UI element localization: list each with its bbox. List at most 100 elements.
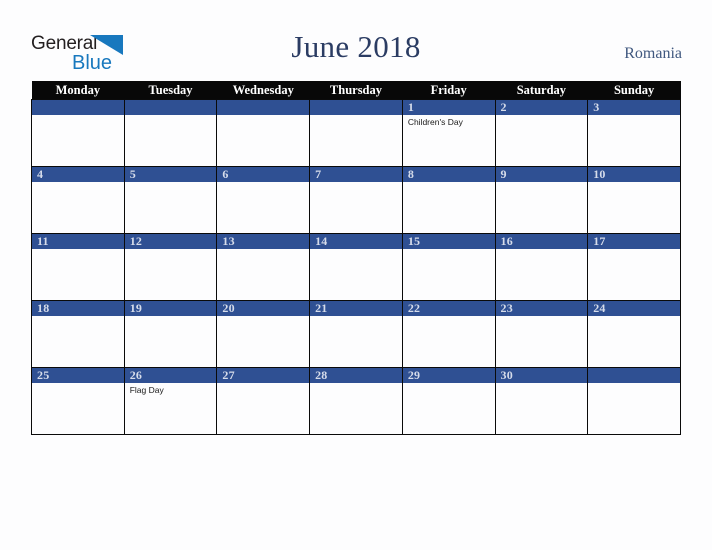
- calendar-day-cell[interactable]: [216, 99, 311, 167]
- day-number: [125, 100, 216, 115]
- day-number: 11: [32, 234, 124, 249]
- weekday-header-row: Monday Tuesday Wednesday Thursday Friday…: [31, 81, 681, 100]
- calendar-day-cell[interactable]: 21: [309, 300, 403, 368]
- weekday-header-thursday: Thursday: [309, 81, 403, 100]
- weekday-header-saturday: Saturday: [495, 81, 588, 100]
- day-number: 14: [310, 234, 402, 249]
- day-events: [589, 182, 680, 184]
- day-events: [496, 249, 587, 251]
- day-number: [217, 100, 309, 115]
- day-events: [218, 182, 309, 184]
- weekday-header-wednesday: Wednesday: [216, 81, 310, 100]
- day-number: 24: [588, 301, 680, 316]
- day-events: [496, 316, 587, 318]
- day-events: [403, 383, 494, 385]
- calendar-day-cell[interactable]: 5: [123, 166, 218, 234]
- calendar-day-cell[interactable]: 4: [31, 166, 125, 234]
- day-number: 8: [403, 167, 495, 182]
- calendar-day-cell[interactable]: [123, 99, 218, 167]
- calendar-day-cell[interactable]: 6: [216, 166, 311, 234]
- day-number: 30: [496, 368, 587, 383]
- day-events: [589, 115, 680, 117]
- calendar-day-cell[interactable]: 8: [401, 166, 496, 234]
- calendar-week-row: 4 5 6 7 8 9 10: [31, 166, 681, 234]
- calendar-day-cell[interactable]: 17: [587, 233, 681, 301]
- day-events: [125, 249, 216, 251]
- day-number: 28: [310, 368, 402, 383]
- calendar-day-cell[interactable]: 7: [309, 166, 403, 234]
- day-number: 25: [32, 368, 124, 383]
- calendar-day-cell[interactable]: 9: [494, 166, 589, 234]
- day-number: 22: [403, 301, 495, 316]
- calendar-day-cell[interactable]: 11: [31, 233, 125, 301]
- day-events: [32, 182, 123, 184]
- day-number: 16: [496, 234, 587, 249]
- day-number: [588, 368, 680, 383]
- weekday-header-sunday: Sunday: [587, 81, 681, 100]
- day-number: 12: [125, 234, 216, 249]
- day-number: 2: [496, 100, 587, 115]
- day-number: 18: [32, 301, 124, 316]
- calendar-day-cell[interactable]: 14: [309, 233, 403, 301]
- day-number: 5: [125, 167, 216, 182]
- day-events: [125, 316, 216, 318]
- day-number: 9: [496, 167, 587, 182]
- calendar-day-cell[interactable]: 19: [123, 300, 218, 368]
- calendar-day-cell[interactable]: 30: [494, 367, 589, 435]
- calendar-week-row: 25 26 Flag Day 27 28 29 30: [31, 367, 681, 435]
- day-events: [311, 115, 402, 117]
- calendar-day-cell[interactable]: 10: [587, 166, 681, 234]
- day-number: 4: [32, 167, 124, 182]
- calendar-week-row: 11 12 13 14 15 16 17: [31, 233, 681, 301]
- calendar-day-cell[interactable]: [587, 367, 681, 435]
- calendar-day-cell[interactable]: 3: [587, 99, 681, 167]
- day-events: [125, 115, 216, 117]
- day-number: 7: [310, 167, 402, 182]
- day-number: 1: [403, 100, 495, 115]
- day-events: [496, 115, 587, 117]
- day-events: [311, 316, 402, 318]
- calendar-day-cell[interactable]: 18: [31, 300, 125, 368]
- calendar-day-cell[interactable]: 27: [216, 367, 311, 435]
- calendar-page: General Blue June 2018 Romania Monday Tu…: [0, 0, 712, 550]
- calendar-day-cell[interactable]: 24: [587, 300, 681, 368]
- day-events: [311, 383, 402, 385]
- calendar-day-cell[interactable]: 13: [216, 233, 311, 301]
- day-number: 15: [403, 234, 495, 249]
- calendar-day-cell[interactable]: 23: [494, 300, 589, 368]
- calendar-day-cell[interactable]: 12: [123, 233, 218, 301]
- day-events: [589, 383, 680, 385]
- calendar-day-cell[interactable]: [309, 99, 403, 167]
- day-number: 21: [310, 301, 402, 316]
- calendar-day-cell[interactable]: 29: [401, 367, 496, 435]
- day-number: 29: [403, 368, 495, 383]
- calendar-day-cell[interactable]: [31, 99, 125, 167]
- weekday-header-friday: Friday: [402, 81, 496, 100]
- calendar-week-row: 18 19 20 21 22 23 24: [31, 300, 681, 368]
- calendar-day-cell[interactable]: 16: [494, 233, 589, 301]
- calendar-day-cell[interactable]: 25: [31, 367, 125, 435]
- calendar-week-row: 1 Children's Day 2 3: [31, 99, 681, 167]
- calendar-day-cell[interactable]: 26 Flag Day: [123, 367, 218, 435]
- day-number: 26: [125, 368, 216, 383]
- calendar-day-cell[interactable]: 2: [494, 99, 589, 167]
- day-events: [589, 316, 680, 318]
- day-number: 27: [217, 368, 309, 383]
- day-events: [32, 316, 123, 318]
- calendar-day-cell[interactable]: 15: [401, 233, 496, 301]
- calendar-day-cell[interactable]: 20: [216, 300, 311, 368]
- day-events: [32, 115, 123, 117]
- day-events: [589, 249, 680, 251]
- day-events: [403, 249, 494, 251]
- day-events: [218, 383, 309, 385]
- calendar-grid: Monday Tuesday Wednesday Thursday Friday…: [31, 81, 681, 435]
- calendar-day-cell[interactable]: 28: [309, 367, 403, 435]
- calendar-day-cell[interactable]: 1 Children's Day: [401, 99, 496, 167]
- calendar-day-cell[interactable]: 22: [401, 300, 496, 368]
- page-title: June 2018: [291, 29, 421, 64]
- calendar-body: 1 Children's Day 2 3 4 5 6 7 8 9 10 11 12 13 14 15 16 17 1…: [31, 99, 681, 435]
- day-number: 13: [217, 234, 309, 249]
- weekday-header-tuesday: Tuesday: [124, 81, 217, 100]
- day-number: 17: [588, 234, 680, 249]
- day-number: 20: [217, 301, 309, 316]
